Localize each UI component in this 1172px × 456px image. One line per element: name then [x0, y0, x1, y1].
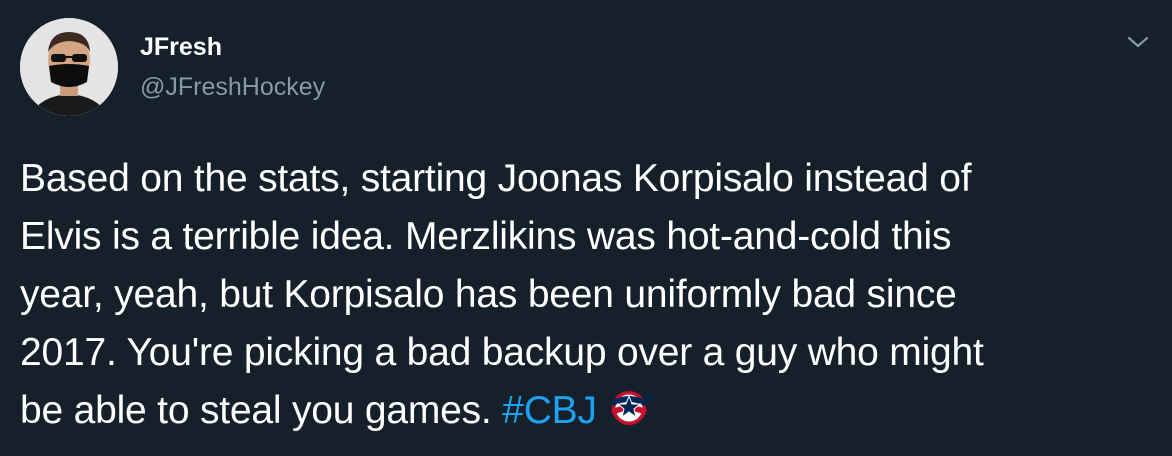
display-name[interactable]: JFresh — [140, 32, 325, 62]
columbus-blue-jackets-logo-icon — [601, 387, 657, 429]
tweet-text: Based on the stats, starting Joonas Korp… — [20, 150, 1155, 440]
chevron-down-icon[interactable] — [1124, 32, 1152, 52]
avatar[interactable] — [20, 18, 118, 116]
tweet-card: JFresh @JFreshHockey Based on the stats,… — [0, 0, 1172, 456]
author-info: JFresh @JFreshHockey — [140, 32, 325, 102]
avatar-image — [20, 18, 118, 116]
handle[interactable]: @JFreshHockey — [140, 72, 325, 102]
hashtag-link[interactable]: #CBJ — [502, 389, 597, 432]
